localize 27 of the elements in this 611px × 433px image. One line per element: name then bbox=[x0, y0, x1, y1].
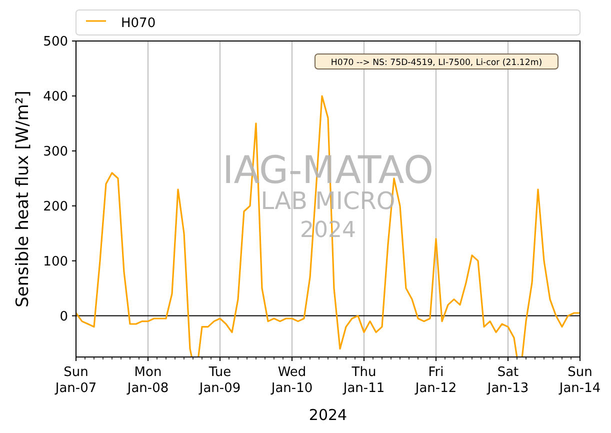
x-tick-label: Jan-09 bbox=[199, 381, 241, 396]
x-tick-label: Jan-07 bbox=[55, 381, 97, 396]
x-tick-label: Jan-14 bbox=[559, 381, 601, 396]
x-tick-label: Jan-10 bbox=[271, 381, 313, 396]
y-tick-label: 300 bbox=[43, 144, 68, 160]
y-tick-label: 0 bbox=[60, 309, 68, 324]
y-tick-label: 400 bbox=[43, 89, 68, 104]
x-tick-label: Mon bbox=[134, 365, 162, 380]
y-tick-label: 100 bbox=[43, 254, 68, 270]
x-tick-label: Jan-08 bbox=[127, 381, 169, 396]
y-tick-label: 500 bbox=[43, 34, 68, 50]
x-tick-label: Tue bbox=[208, 365, 232, 380]
x-tick-label: Fri bbox=[428, 365, 444, 380]
x-tick-label: Sun bbox=[64, 365, 88, 380]
y-tick-label: 200 bbox=[43, 199, 68, 214]
x-tick-label: Sat bbox=[497, 365, 519, 380]
annotation-label: H070 --> NS: 75D-4519, LI-7500, Li-cor (21.12m) bbox=[314, 54, 558, 70]
x-tick-label: Thu bbox=[352, 365, 376, 380]
x-tick-label: Jan-13 bbox=[487, 381, 529, 396]
y-axis-label: Sensible heat flux [W/m²] bbox=[13, 90, 33, 308]
x-axis-label: 2024 bbox=[308, 406, 348, 424]
legend-label: H070 bbox=[121, 16, 156, 31]
x-tick-label: Sun bbox=[568, 365, 592, 380]
x-tick-label: Wed bbox=[278, 365, 306, 380]
x-tick-label: Jan-12 bbox=[415, 381, 457, 396]
annotation: H070 --> NS: 75D-4519, LI-7500, Li-cor (21.12m) bbox=[330, 58, 542, 68]
x-tick-label: Jan-11 bbox=[343, 381, 385, 396]
